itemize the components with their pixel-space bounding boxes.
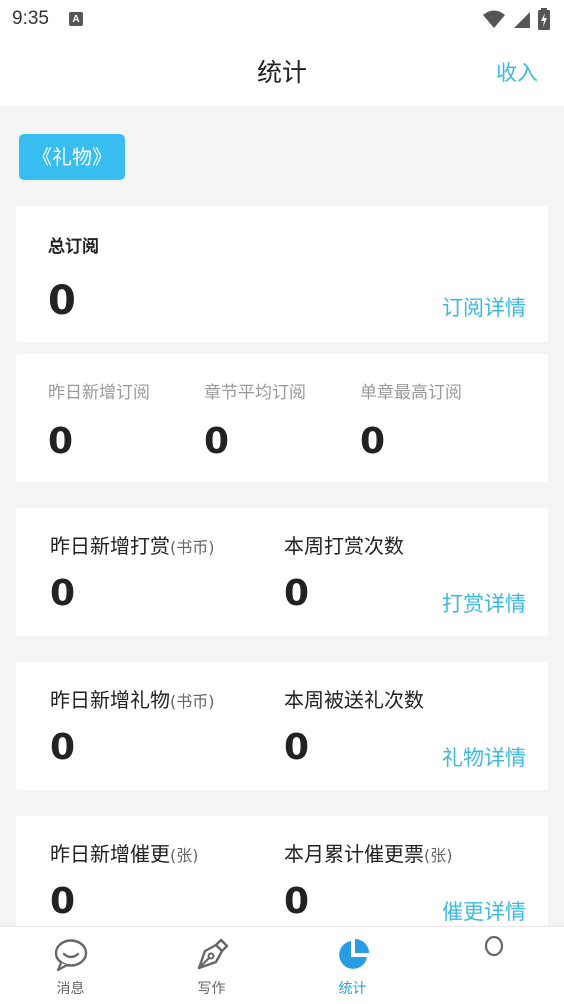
- notification-a-icon: A: [68, 12, 83, 26]
- stat-value: 0: [360, 421, 386, 462]
- tab-profile[interactable]: [423, 927, 564, 1004]
- signal-icon: [514, 12, 530, 28]
- stat-unit: (书币): [170, 692, 215, 711]
- stat-label: 昨日新增订阅: [48, 383, 150, 403]
- profile-icon: [474, 935, 514, 975]
- stat-value: 0: [50, 881, 76, 922]
- tab-messages[interactable]: 消息: [0, 927, 141, 1004]
- stat-unit: (书币): [170, 538, 215, 557]
- tab-label: 消息: [56, 981, 85, 997]
- urge-stats-card: 昨日新增催更(张) 0 本月累计催更票(张) 0 催更详情: [16, 816, 548, 926]
- status-bar: 9:35 A: [0, 0, 564, 38]
- weekly-gift-count-stat: 本周被送礼次数 0: [284, 684, 424, 768]
- reward-detail-link[interactable]: 打赏详情: [442, 588, 526, 618]
- yesterday-new-reward-stat: 昨日新增打赏(书币) 0: [50, 530, 215, 614]
- pen-nib-icon: [192, 935, 232, 975]
- stat-value: 0: [50, 727, 76, 768]
- tab-writing[interactable]: 写作: [141, 927, 282, 1004]
- chat-bubble-icon: [51, 935, 91, 975]
- pie-chart-icon: [333, 935, 373, 975]
- reward-stats-card: 昨日新增打赏(书币) 0 本周打赏次数 0 打赏详情: [16, 508, 548, 636]
- wifi-icon: [483, 10, 505, 28]
- total-subscription-card: 总订阅 0 订阅详情: [16, 206, 548, 342]
- subscription-stats-card: 昨日新增订阅 0 章节平均订阅 0 单章最高订阅 0: [16, 354, 548, 482]
- stat-label: 章节平均订阅: [204, 383, 306, 403]
- page-title: 统计: [256, 58, 307, 87]
- yesterday-new-urge-stat: 昨日新增催更(张) 0: [50, 838, 199, 922]
- stat-label: 本周打赏次数: [284, 534, 404, 558]
- stat-label: 昨日新增礼物: [50, 688, 170, 712]
- stat-label: 本周被送礼次数: [284, 688, 424, 712]
- stat-label: 本月累计催更票: [284, 842, 424, 866]
- stat-label: 昨日新增打赏: [50, 534, 170, 558]
- header: 统计 收入: [0, 38, 564, 106]
- chapter-max-subscription-stat: 单章最高订阅 0: [360, 378, 462, 462]
- bottom-tab-bar: 消息 写作 统计: [0, 926, 564, 1004]
- tab-statistics[interactable]: 统计: [282, 927, 423, 1004]
- total-subscription-label: 总订阅: [48, 237, 99, 257]
- stat-unit: (张): [424, 846, 453, 865]
- gift-detail-link[interactable]: 礼物详情: [442, 742, 526, 772]
- income-button[interactable]: 收入: [496, 38, 538, 106]
- status-time: 9:35: [12, 8, 49, 29]
- stat-value: 0: [284, 727, 310, 768]
- tab-label: 写作: [197, 981, 226, 997]
- stat-label: 昨日新增催更: [50, 842, 170, 866]
- stat-value: 0: [50, 573, 76, 614]
- weekly-reward-count-stat: 本周打赏次数 0: [284, 530, 404, 614]
- chapter-average-subscription-stat: 章节平均订阅 0: [204, 378, 306, 462]
- stat-value: 0: [284, 881, 310, 922]
- yesterday-new-gift-stat: 昨日新增礼物(书币) 0: [50, 684, 215, 768]
- battery-icon: [538, 8, 550, 30]
- gift-stats-card: 昨日新增礼物(书币) 0 本周被送礼次数 0 礼物详情: [16, 662, 548, 790]
- subscription-detail-link[interactable]: 订阅详情: [442, 292, 526, 322]
- yesterday-new-subscription-stat: 昨日新增订阅 0: [48, 378, 150, 462]
- urge-detail-link[interactable]: 催更详情: [442, 896, 526, 926]
- book-selector-button[interactable]: 《礼物》: [19, 134, 125, 180]
- stat-label: 单章最高订阅: [360, 383, 462, 403]
- stat-value: 0: [204, 421, 230, 462]
- tab-label: 统计: [338, 981, 367, 997]
- total-subscription-value: 0: [48, 278, 76, 324]
- stat-unit: (张): [170, 846, 199, 865]
- monthly-urge-total-stat: 本月累计催更票(张) 0: [284, 838, 453, 922]
- stat-value: 0: [284, 573, 310, 614]
- stat-value: 0: [48, 421, 74, 462]
